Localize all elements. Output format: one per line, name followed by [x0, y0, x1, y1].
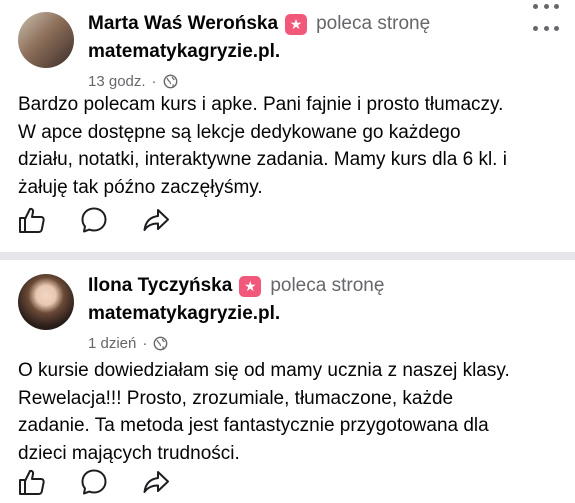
post-text-line: dzieci mających trudności.	[18, 442, 240, 464]
post-meta: 13 godz. ·	[88, 70, 515, 92]
comment-icon[interactable]	[78, 204, 110, 236]
post-header: Ilona Tyczyńska ★ poleca stronę matematy…	[88, 272, 515, 354]
globe-icon	[153, 336, 168, 350]
recommend-verb: poleca stronę	[316, 13, 431, 34]
author-name[interactable]: Ilona Tyczyńska	[88, 275, 232, 297]
like-icon[interactable]	[16, 466, 48, 498]
post-meta: 1 dzień ·	[88, 332, 515, 354]
page-link[interactable]: matematykagryzie.pl.	[88, 300, 515, 328]
review-post: Marta Waś Werońska ★ poleca stronę matem…	[0, 0, 575, 252]
post-text-line: zadanie. Ta metoda jest fantastycznie pr…	[18, 415, 489, 436]
more-options-icon[interactable]	[533, 22, 559, 34]
post-header: Marta Waś Werońska ★ poleca stronę matem…	[88, 10, 515, 92]
recommend-verb: poleca stronę	[270, 275, 385, 296]
author-name[interactable]: Marta Waś Werońska	[88, 13, 278, 35]
share-icon[interactable]	[140, 466, 172, 498]
post-actions	[16, 204, 202, 236]
recommend-star-icon: ★	[239, 275, 262, 297]
page-link[interactable]: matematykagryzie.pl.	[88, 38, 515, 66]
post-text-line: Bardzo polecam kurs i apke. Pani fajnie …	[18, 94, 504, 115]
post-text: Bardzo polecam kurs i apke. Pani fajnie …	[18, 91, 565, 201]
recommend-star-icon: ★	[285, 13, 308, 35]
post-text-line: O kursie dowiedziałam się od mamy ucznia…	[18, 360, 510, 381]
post-actions	[16, 466, 202, 498]
post-text-line: Rewelacja!!! Prosto, zrozumiale, tłumacz…	[18, 387, 454, 409]
share-icon[interactable]	[140, 204, 172, 236]
meta-separator: ·	[142, 334, 148, 352]
post-text-line: działu, notatki, interaktywne zadania. M…	[18, 149, 507, 170]
post-text-line: W apce dostępne są lekcje dedykowane go …	[18, 121, 461, 143]
post-text: O kursie dowiedziałam się od mamy ucznia…	[18, 357, 565, 467]
globe-icon	[163, 74, 177, 88]
meta-separator: ·	[151, 72, 157, 90]
like-icon[interactable]	[16, 204, 48, 236]
post-text-line: żałuję tak późno zaczęłyśmy.	[18, 176, 263, 198]
avatar[interactable]	[18, 274, 74, 330]
review-post: Ilona Tyczyńska ★ poleca stronę matematy…	[0, 260, 575, 503]
avatar[interactable]	[18, 12, 74, 68]
more-options-icon[interactable]	[533, 0, 559, 12]
post-time[interactable]: 13 godz.	[88, 73, 146, 90]
post-time[interactable]: 1 dzień	[88, 335, 136, 352]
post-divider	[0, 252, 575, 260]
comment-icon[interactable]	[78, 466, 110, 498]
